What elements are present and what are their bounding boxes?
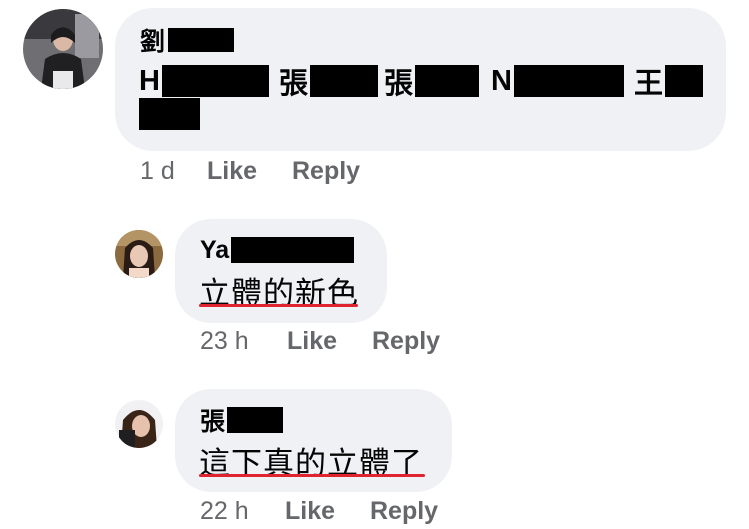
reply-button[interactable]: Reply (292, 157, 360, 186)
redaction-bar (414, 65, 479, 97)
redaction-bar (664, 65, 703, 97)
mention-tags-line: H 張 張 N 王 (139, 62, 703, 100)
reply-button[interactable]: Reply (370, 497, 438, 526)
mention-tag[interactable]: H (139, 65, 269, 98)
redaction-bar (513, 65, 624, 97)
like-button[interactable]: Like (287, 327, 337, 356)
avatar[interactable] (115, 230, 163, 278)
comment-author[interactable]: 劉 (140, 26, 235, 56)
redaction-bar (309, 65, 378, 97)
comment-timestamp[interactable]: 22 h (200, 497, 249, 526)
author-name-visible: 張 (200, 408, 226, 436)
avatar[interactable] (115, 400, 163, 448)
comment-timestamp[interactable]: 23 h (200, 327, 249, 356)
comment-actions: 22 h Like Reply (0, 497, 749, 527)
mention-tag[interactable]: 王 (634, 60, 703, 102)
mention-tag[interactable]: N (491, 65, 624, 98)
red-underline-annotation (199, 474, 425, 477)
mention-tag[interactable]: 張 (279, 60, 378, 102)
comment-actions: 23 h Like Reply (0, 327, 749, 357)
like-button[interactable]: Like (285, 497, 335, 526)
reply-button[interactable]: Reply (372, 327, 440, 356)
comment-author[interactable]: 張 (200, 406, 284, 436)
author-name-visible: 劉 (140, 28, 166, 56)
author-name-visible: Ya (200, 235, 230, 264)
user-photo-icon (115, 230, 163, 278)
redaction-bar (139, 98, 200, 130)
redaction-bar (231, 237, 355, 263)
red-underline-annotation (199, 304, 358, 307)
comment-actions: 1 d Like Reply (0, 157, 749, 187)
user-photo-icon (23, 9, 103, 89)
redaction-bar (227, 407, 284, 433)
redaction-bar (161, 65, 269, 97)
like-button[interactable]: Like (207, 157, 257, 186)
avatar[interactable] (23, 9, 103, 89)
user-photo-icon (115, 400, 163, 448)
redaction-bar (168, 28, 235, 52)
comment-author[interactable]: Ya (200, 235, 355, 264)
mention-tag[interactable]: 張 (384, 60, 479, 102)
comment-timestamp[interactable]: 1 d (140, 157, 175, 186)
